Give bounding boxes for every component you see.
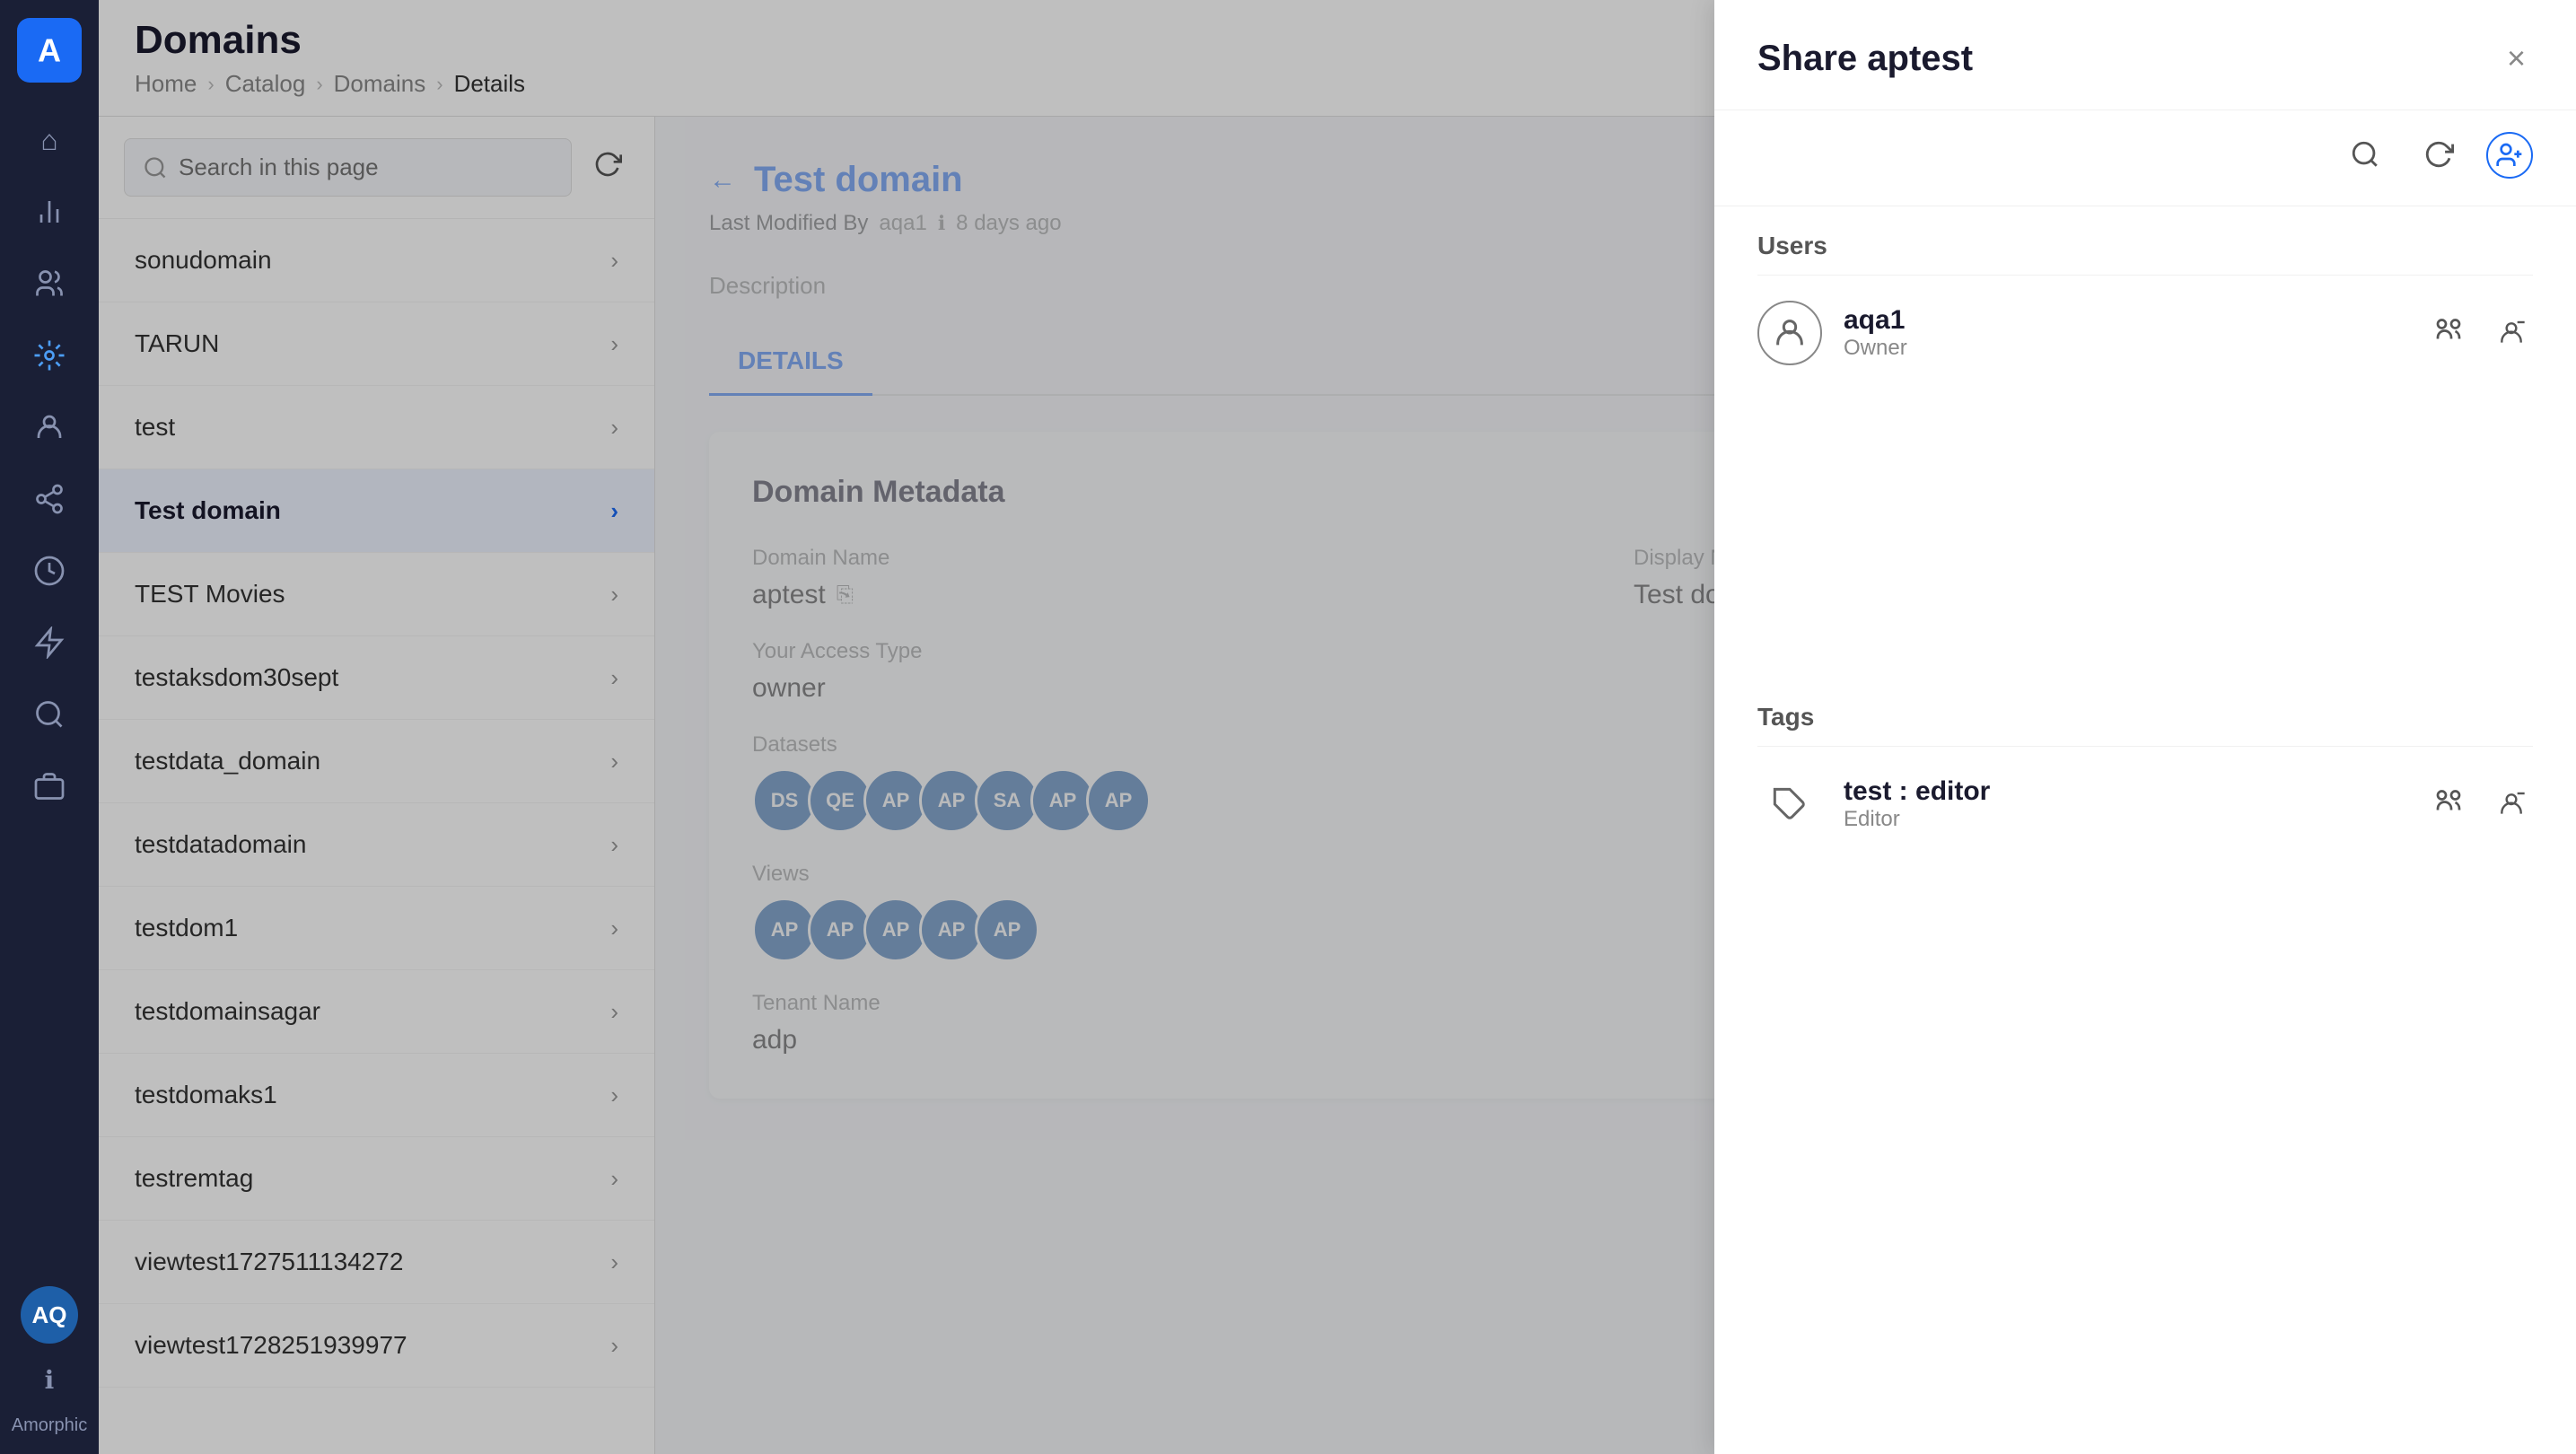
users-nav-icon[interactable] [17, 251, 82, 316]
users-section-label: Users [1714, 206, 2576, 275]
share-user-role-aqa1: Owner [1844, 336, 1907, 361]
tag-icon-wrap [1757, 772, 1822, 836]
share-tag-row-editor: test : editor Editor [1714, 747, 2576, 862]
share-search-button[interactable] [2339, 132, 2391, 184]
user-avatar[interactable]: AQ [21, 1286, 78, 1344]
svg-text:A: A [38, 31, 61, 68]
workflow-nav-icon[interactable] [17, 610, 82, 675]
share-tag-actions-editor [2425, 777, 2533, 831]
share-panel-overlay: Share aptest × [99, 117, 2576, 1454]
brand-name: Amorphic [12, 1415, 87, 1436]
bag-nav-icon[interactable] [17, 754, 82, 819]
app-logo[interactable]: A [17, 18, 82, 83]
share-tag-info-editor: test : editor Editor [1757, 772, 1990, 836]
share-panel: Share aptest × [1714, 117, 2576, 1454]
share-user-details-aqa1: aqa1 Owner [1844, 305, 1907, 361]
share-refresh-button[interactable] [2413, 132, 2465, 184]
catalog-nav-icon[interactable] [17, 323, 82, 388]
share-user-group-icon-aqa1[interactable] [2425, 306, 2472, 360]
tag-icon [1772, 786, 1808, 822]
analytics-nav-icon[interactable] [17, 180, 82, 244]
tags-section-label: Tags [1714, 678, 2576, 746]
users-spacer [1714, 390, 2576, 678]
share-tag-remove-editor[interactable] [2490, 783, 2533, 826]
share-tag-details-editor: test : editor Editor [1844, 776, 1990, 832]
main-area: Domains Home › Catalog › Domains › Detai… [99, 0, 2576, 1454]
history-nav-icon[interactable] [17, 539, 82, 603]
person-nav-icon[interactable] [17, 395, 82, 460]
share-nav-icon[interactable] [17, 467, 82, 531]
search-nav-icon[interactable] [17, 682, 82, 747]
share-toolbar [1714, 117, 2576, 206]
share-user-name-aqa1: aqa1 [1844, 305, 1907, 336]
content-layout: sonudomain › TARUN › test › Test domain … [99, 117, 2576, 1454]
share-user-row-aqa1: aqa1 Owner [1714, 276, 2576, 390]
home-nav-icon[interactable]: ⌂ [17, 108, 82, 172]
share-user-info-aqa1: aqa1 Owner [1757, 301, 1907, 365]
share-add-user-button[interactable] [2486, 132, 2533, 179]
share-tag-role-editor: Editor [1844, 807, 1990, 832]
share-user-avatar-aqa1 [1757, 301, 1822, 365]
left-nav: A ⌂ [0, 0, 99, 1454]
info-nav-icon[interactable]: ℹ [21, 1351, 78, 1408]
share-user-remove-aqa1[interactable] [2490, 311, 2533, 355]
share-user-actions-aqa1 [2425, 306, 2533, 360]
share-tag-name-editor: test : editor [1844, 776, 1990, 807]
share-tag-group-icon-editor[interactable] [2425, 777, 2472, 831]
